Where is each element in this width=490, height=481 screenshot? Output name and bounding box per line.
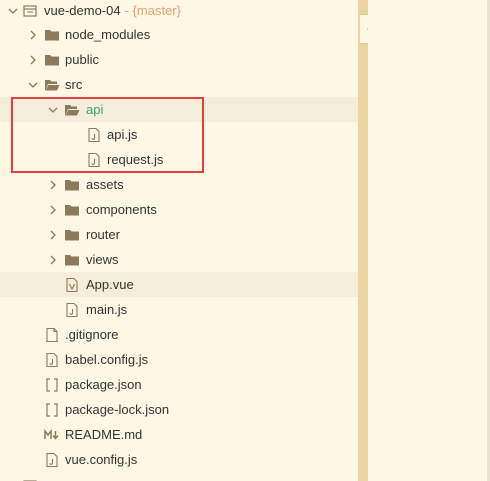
tree-item-node-modules[interactable]: node_modules: [0, 22, 358, 47]
folder-icon: [65, 230, 79, 241]
tree-item-label: src: [65, 77, 83, 92]
markdown-file-icon: [44, 428, 59, 440]
chevron-right-icon[interactable]: [47, 254, 59, 266]
tree-item-package-json[interactable]: package.json: [0, 372, 358, 397]
tree-item-src[interactable]: src: [0, 72, 358, 97]
vue-file-icon: [66, 277, 78, 293]
tree-item-label: package.json: [65, 377, 142, 392]
file-icon: [46, 327, 58, 343]
folder-icon: [45, 55, 59, 66]
tree-item-vue-config-js[interactable]: vue.config.js: [0, 447, 358, 472]
tree-item-gitignore[interactable]: .gitignore: [0, 322, 358, 347]
folder-icon: [65, 255, 79, 266]
chevron-right-icon[interactable]: [47, 179, 59, 191]
folder-open-icon: [45, 80, 60, 91]
tree-item-label: node_modules: [65, 27, 151, 42]
panel-splitter[interactable]: [358, 0, 368, 481]
json-file-icon: [46, 378, 58, 392]
tree-item-label: .gitignore: [65, 327, 119, 342]
file-explorer: vue-demo-04- {master} node_modules publi…: [0, 0, 358, 481]
js-file-icon: [46, 352, 58, 368]
git-branch-label: - {master}: [124, 3, 181, 18]
folder-icon: [65, 180, 79, 191]
tree-item-label: App.vue: [86, 277, 134, 292]
tree-item-label: vue.config.js: [65, 452, 138, 467]
tree-item-package-lock-json[interactable]: package-lock.json: [0, 397, 358, 422]
highlight-annotation-box: [11, 97, 204, 173]
tree-item-babel-config-js[interactable]: babel.config.js: [0, 347, 358, 372]
tree-item-label: views: [86, 252, 119, 267]
tree-item-assets[interactable]: assets: [0, 172, 358, 197]
tree-item-router[interactable]: router: [0, 222, 358, 247]
js-file-icon: [66, 302, 78, 318]
tree-item-app-vue[interactable]: App.vue: [0, 272, 358, 297]
chevron-right-icon[interactable]: [27, 29, 39, 41]
tree-item-views[interactable]: views: [0, 247, 358, 272]
json-file-icon: [46, 403, 58, 417]
tree-item-label: README.md: [65, 427, 143, 442]
tree-item-readme-md[interactable]: README.md: [0, 422, 358, 447]
tree-item-components[interactable]: components: [0, 197, 358, 222]
tree-item-label: public: [65, 52, 99, 67]
tree-item-label: package-lock.json: [65, 402, 170, 417]
tree-item-project-root[interactable]: vue-demo-04- {master}: [0, 0, 358, 23]
tree-item-label: components: [86, 202, 157, 217]
chevron-down-icon[interactable]: [27, 79, 39, 91]
folder-icon: [65, 205, 79, 216]
chevron-right-icon[interactable]: [27, 54, 39, 66]
tree-item-public[interactable]: public: [0, 47, 358, 72]
tree-item-label: babel.config.js: [65, 352, 149, 367]
folder-icon: [45, 30, 59, 41]
js-file-icon: [46, 452, 58, 468]
tree-item-label: assets: [86, 177, 124, 192]
tree-item-partial: [0, 473, 358, 481]
project-name: vue-demo-04- {master}: [44, 3, 181, 18]
chevron-right-icon[interactable]: [47, 229, 59, 241]
tree-item-main-js[interactable]: main.js: [0, 297, 358, 322]
editor-area[interactable]: [368, 0, 490, 481]
tree-item-label: main.js: [86, 302, 128, 317]
tree-item-label: router: [86, 227, 120, 242]
chevron-right-icon[interactable]: [47, 204, 59, 216]
project-icon: [23, 5, 37, 17]
chevron-down-icon[interactable]: [7, 5, 19, 17]
